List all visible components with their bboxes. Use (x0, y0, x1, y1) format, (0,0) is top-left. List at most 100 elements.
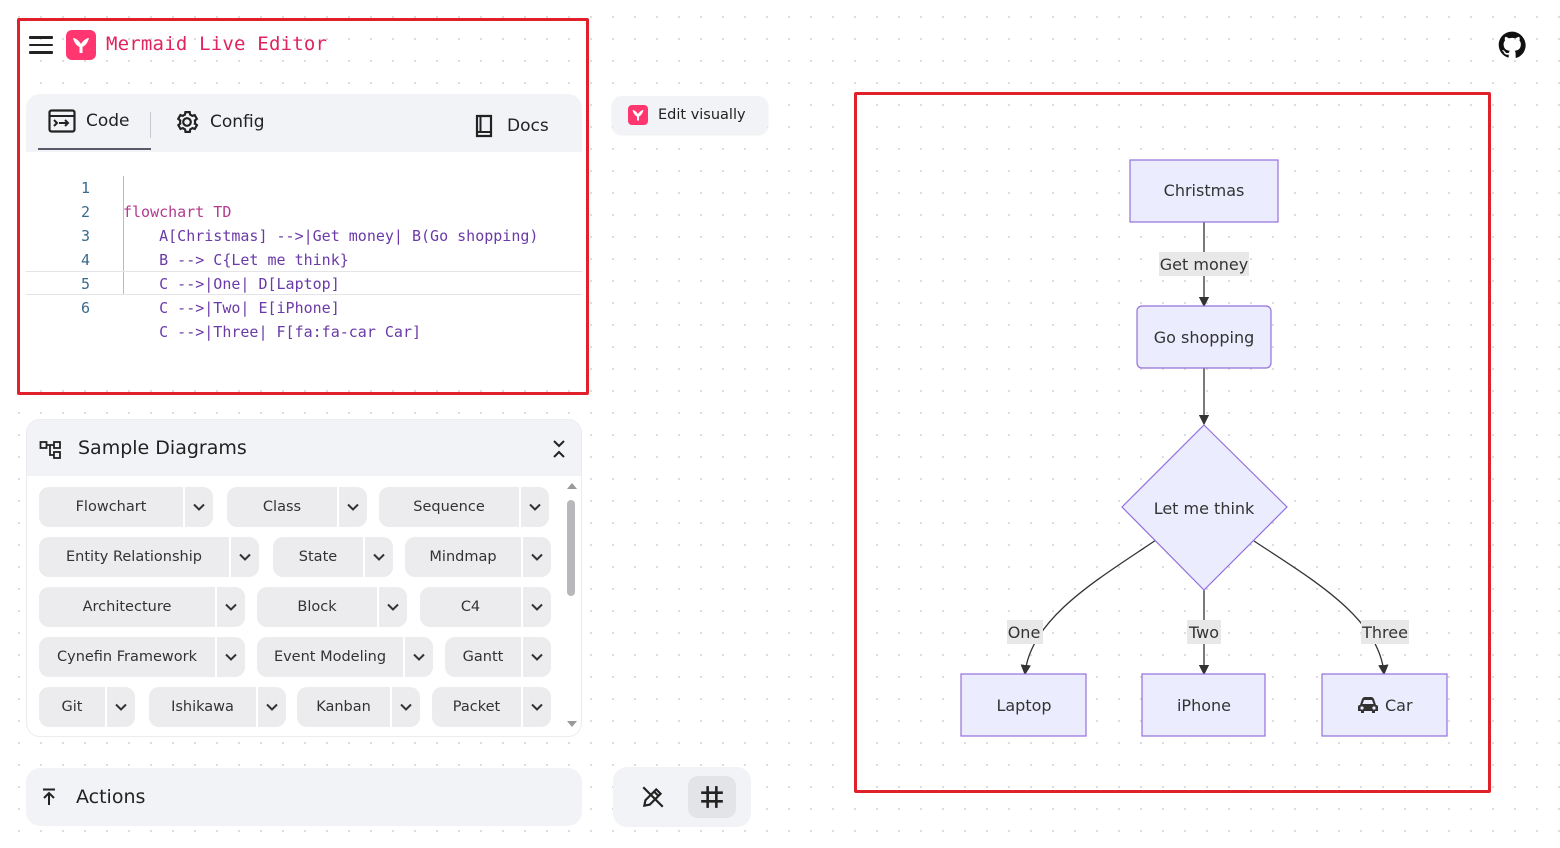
sample-gantt-dropdown[interactable] (522, 637, 551, 677)
sample-flowchart-dropdown[interactable] (184, 487, 213, 527)
sample-packet-button[interactable]: Packet (432, 687, 551, 727)
sample-state-button[interactable]: State (273, 537, 393, 577)
chevron-down-icon (399, 703, 412, 711)
node-laptop[interactable]: Laptop (960, 673, 1087, 737)
sample-label: Packet (452, 699, 501, 715)
scroll-down-arrow-icon[interactable] (566, 720, 578, 728)
sample-event-modeling-button[interactable]: Event Modeling (257, 637, 433, 677)
edge-label-one: One (1007, 620, 1043, 644)
chevron-down-icon (265, 703, 278, 711)
node-christmas[interactable]: Christmas (1129, 159, 1279, 223)
sample-git-dropdown[interactable] (106, 687, 135, 727)
sample-architecture-dropdown[interactable] (216, 587, 245, 627)
chevron-down-icon (224, 653, 237, 661)
actions-panel[interactable]: Actions (26, 768, 582, 826)
edge-label-text: Two (1188, 623, 1219, 642)
sample-class-button[interactable]: Class (227, 487, 367, 527)
sample-label: Gantt (462, 649, 504, 665)
sample-sequence-dropdown[interactable] (520, 487, 549, 527)
github-link[interactable] (1498, 31, 1526, 59)
grid-toggle-button[interactable] (688, 776, 736, 818)
sample-c4-button[interactable]: C4 (420, 587, 551, 627)
sample-label: Flowchart (75, 499, 147, 515)
mermaid-logo-icon (628, 105, 648, 125)
actions-label: Actions (76, 786, 146, 808)
sample-label: Event Modeling (273, 649, 387, 665)
sample-scrollbar[interactable] (565, 482, 579, 734)
edit-visually-label: Edit visually (658, 107, 746, 123)
sample-label: Cynefin Framework (56, 649, 197, 665)
node-label: Let me think (1154, 499, 1255, 518)
sample-diagrams-panel: Sample Diagrams Flowchart Class Sequence En… (26, 419, 582, 737)
pan-zoom-toggle-button[interactable] (629, 776, 677, 818)
sample-entity-relationship-button[interactable]: Entity Relationship (39, 537, 259, 577)
sample-label: Entity Relationship (66, 549, 202, 565)
canvas-toolbar (613, 767, 751, 827)
node-let-me-think[interactable]: Let me think (1121, 424, 1288, 591)
sample-ishikawa-button[interactable]: Ishikawa (149, 687, 286, 727)
chevron-down-icon (238, 553, 251, 561)
sample-block-dropdown[interactable] (378, 587, 407, 627)
sample-block-button[interactable]: Block (257, 587, 407, 627)
sample-ishikawa-dropdown[interactable] (257, 687, 286, 727)
sample-mindmap-button[interactable]: Mindmap (405, 537, 551, 577)
edge-think-laptop (1020, 539, 1157, 676)
sample-label: Class (262, 499, 302, 515)
sitemap-icon (39, 441, 61, 459)
node-label: Laptop (996, 696, 1051, 715)
chevron-down-icon (528, 503, 541, 511)
sample-event-modeling-dropdown[interactable] (404, 637, 433, 677)
chevron-down-icon (530, 603, 543, 611)
sample-packet-dropdown[interactable] (522, 687, 551, 727)
flowchart-diagram[interactable]: Get money One Two Three Christmas Go sho… (860, 98, 1485, 787)
chevron-down-icon (530, 653, 543, 661)
sample-diagrams-title: Sample Diagrams (78, 437, 247, 459)
sample-flowchart-button[interactable]: Flowchart (39, 487, 213, 527)
collapse-icon[interactable] (551, 438, 567, 460)
sample-cynefin-framework-dropdown[interactable] (216, 637, 245, 677)
sample-kanban-button[interactable]: Kanban (297, 687, 420, 727)
sample-c4-dropdown[interactable] (522, 587, 551, 627)
chevron-down-icon (530, 703, 543, 711)
chevron-down-icon (412, 653, 425, 661)
sample-label: Block (297, 599, 337, 615)
github-icon (1498, 31, 1526, 58)
chevron-down-icon (386, 603, 399, 611)
chevron-down-icon (372, 553, 385, 561)
sample-mindmap-dropdown[interactable] (522, 537, 551, 577)
edge-label-get-money: Get money (1159, 252, 1249, 276)
sample-label: State (298, 549, 338, 565)
sample-architecture-button[interactable]: Architecture (39, 587, 245, 627)
edge-label-two: Two (1187, 620, 1221, 644)
sample-label: Architecture (82, 599, 172, 615)
sample-sequence-button[interactable]: Sequence (379, 487, 549, 527)
sample-diagrams-header[interactable]: Sample Diagrams (27, 420, 581, 476)
edge-label-text: Three (1361, 623, 1408, 642)
node-car[interactable]: Car (1321, 673, 1448, 737)
sample-label: Kanban (316, 699, 371, 715)
sample-label: Sequence (413, 499, 485, 515)
node-label: Car (1385, 696, 1413, 715)
sample-git-button[interactable]: Git (39, 687, 135, 727)
node-label: Christmas (1164, 181, 1245, 200)
sample-state-dropdown[interactable] (364, 537, 393, 577)
sample-kanban-dropdown[interactable] (391, 687, 420, 727)
node-go-shopping[interactable]: Go shopping (1136, 305, 1272, 369)
scroll-up-arrow-icon[interactable] (566, 482, 578, 490)
edit-visually-button[interactable]: Edit visually (612, 96, 768, 134)
edge-label-three: Three (1361, 620, 1409, 644)
sample-cynefin-framework-button[interactable]: Cynefin Framework (39, 637, 245, 677)
upload-icon (43, 788, 55, 805)
sample-label: C4 (460, 599, 481, 615)
node-iphone[interactable]: iPhone (1141, 673, 1266, 737)
sample-gantt-button[interactable]: Gantt (445, 637, 551, 677)
sample-entity-relationship-dropdown[interactable] (230, 537, 259, 577)
chevron-down-icon (224, 603, 237, 611)
chevron-down-icon (530, 553, 543, 561)
edge-label-text: One (1008, 623, 1041, 642)
scrollbar-thumb[interactable] (567, 500, 575, 596)
sample-class-dropdown[interactable] (338, 487, 367, 527)
node-label: iPhone (1177, 696, 1231, 715)
sample-label: Ishikawa (171, 699, 234, 715)
grid-icon (701, 786, 723, 808)
